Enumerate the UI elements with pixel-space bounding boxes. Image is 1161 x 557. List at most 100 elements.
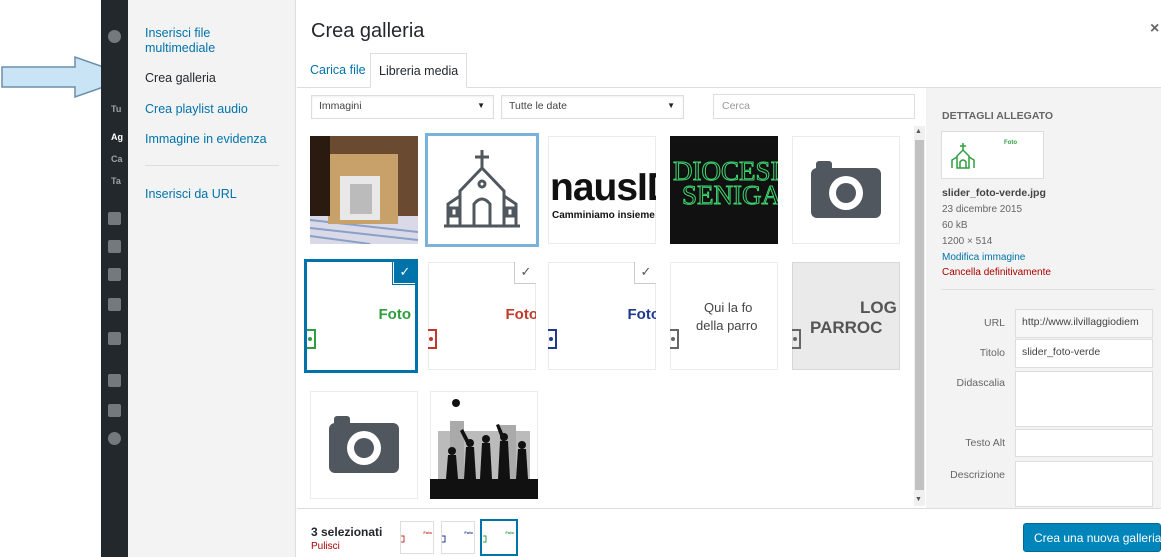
filter-date-select[interactable]: Tutte le date ▼ [501, 95, 684, 119]
dashboard-icon [108, 30, 121, 43]
selected-thumb[interactable]: Foto [441, 521, 475, 554]
camera-icon [811, 168, 881, 218]
menu-separator [145, 165, 279, 166]
admin-sidebar: Tu Ag Ca Ta [101, 0, 128, 557]
selection-count: 3 selezionati [311, 525, 383, 539]
details-filename: slider_foto-verde.jpg [942, 187, 1046, 199]
check-icon[interactable]: ✓ [394, 262, 415, 283]
check-icon[interactable]: ✓ [635, 262, 656, 283]
media-item[interactable] [430, 391, 538, 499]
dropdown-arrow-icon: ▼ [477, 101, 485, 110]
camera-icon [329, 423, 399, 473]
details-size: 60 kB [942, 220, 968, 231]
box-photo-image [310, 136, 418, 244]
title-field[interactable]: slider_foto-verde [1015, 339, 1153, 368]
media-item[interactable]: Foto ✓ [548, 262, 656, 370]
filter-type-select[interactable]: Immagini ▼ [311, 95, 494, 119]
scroll-down-icon[interactable]: ▼ [915, 496, 922, 503]
media-item[interactable] [310, 136, 418, 244]
close-icon[interactable]: × [1150, 20, 1159, 38]
media-item[interactable]: Qui la fo della parro [670, 262, 778, 370]
url-label: URL [983, 317, 1005, 329]
search-input[interactable]: Cerca [713, 94, 915, 119]
details-date: 23 dicembre 2015 [942, 204, 1023, 215]
scrollbar-thumb[interactable] [915, 140, 924, 490]
title-label: Titolo [979, 347, 1005, 359]
selected-thumb[interactable]: Foto [400, 521, 434, 554]
tools-icon [108, 404, 121, 417]
foto-text: Foto [505, 306, 536, 323]
media-item[interactable]: Foto ✓ [307, 262, 415, 370]
tab-upload[interactable]: Carica file [304, 53, 372, 88]
alt-text-field[interactable] [1015, 429, 1153, 457]
silhouettes-image [430, 399, 538, 499]
media-item[interactable] [792, 136, 900, 244]
foto-frame-icon [548, 329, 557, 349]
clear-selection-link[interactable]: Pulisci [311, 541, 340, 552]
page-title: Crea galleria [311, 20, 425, 42]
media-item[interactable]: Foto ✓ [428, 262, 536, 370]
dropdown-arrow-icon: ▼ [667, 101, 675, 110]
menu-fragment: Ca [111, 154, 123, 164]
qui-la-foto-text: Qui la fo [704, 300, 753, 315]
media-item[interactable]: nausID Camminiamo insieme [548, 136, 656, 244]
grid-scrollbar[interactable]: ▲ ▼ [914, 126, 925, 506]
users-icon [108, 374, 121, 387]
mini-frame-icon [483, 535, 487, 543]
scroll-up-icon[interactable]: ▲ [915, 128, 922, 135]
menu-create-playlist[interactable]: Crea playlist audio [145, 102, 248, 117]
selected-thumb[interactable]: Foto [482, 521, 516, 554]
frame-icon [792, 329, 801, 349]
delete-permanently-link[interactable]: Cancella definitivamente [942, 267, 1051, 278]
menu-insert-media[interactable]: Inserisci file multimediale [145, 26, 265, 56]
alt-text-label: Testo Alt [965, 437, 1005, 449]
details-dimensions: 1200 × 514 [942, 236, 993, 247]
foto-frame-icon [428, 329, 437, 349]
edit-image-link[interactable]: Modifica immagine [942, 252, 1025, 263]
frame-icon [670, 329, 679, 349]
media-item[interactable]: DIOCESI SENIGA [670, 136, 778, 244]
collapse-icon [108, 432, 121, 445]
mail-icon [108, 332, 121, 345]
mini-foto-text: Foto [464, 530, 473, 535]
comments-icon [108, 268, 121, 281]
filter-date-value: Tutte le date [509, 100, 567, 112]
details-heading: DETTAGLI ALLEGATO [942, 110, 1054, 122]
filter-type-value: Immagini [319, 100, 362, 112]
qui-la-foto-text-2: della parro [696, 318, 758, 333]
media-item[interactable] [310, 391, 418, 499]
menu-featured-image[interactable]: Immagine in evidenza [145, 132, 267, 147]
details-thumbnail: Foto [942, 132, 1043, 178]
create-gallery-button[interactable]: Crea una nuova galleria [1023, 523, 1161, 552]
media-icon [108, 212, 121, 225]
tab-media-library[interactable]: Libreria media [370, 53, 468, 88]
details-separator [942, 289, 1154, 290]
foto-text: Foto [378, 306, 411, 323]
church-icon [951, 143, 975, 169]
church-icon [444, 150, 520, 228]
foto-frame-icon [307, 329, 316, 349]
logo-text: LOG [860, 298, 897, 317]
mini-frame-icon [442, 535, 446, 543]
caption-field[interactable] [1015, 371, 1153, 427]
calendar-icon [108, 298, 121, 311]
caption-label: Didascalia [956, 377, 1005, 389]
menu-fragment: Ag [111, 132, 123, 142]
description-field[interactable] [1015, 461, 1153, 507]
nausid-logo-text: nausID [550, 166, 656, 209]
menu-insert-url[interactable]: Inserisci da URL [145, 187, 237, 202]
description-label: Descrizione [950, 469, 1005, 481]
foto-text: Foto [627, 306, 656, 323]
menu-create-gallery[interactable]: Crea galleria [145, 71, 216, 86]
mini-frame-icon [401, 535, 405, 543]
logo-text-2: PARROC [810, 318, 883, 337]
media-item[interactable]: LOG PARROC [792, 262, 900, 370]
check-icon[interactable]: ✓ [515, 262, 536, 283]
mini-foto-text: Foto [505, 530, 514, 535]
media-menu: Inserisci file multimediale Crea galleri… [128, 0, 296, 557]
url-field[interactable]: http://www.ilvillaggiodiem [1015, 309, 1153, 338]
mini-foto-text: Foto [423, 530, 432, 535]
media-item[interactable] [428, 136, 536, 244]
diocesi-text-2: SENIGA [682, 180, 779, 211]
menu-fragment: Ta [111, 176, 121, 186]
